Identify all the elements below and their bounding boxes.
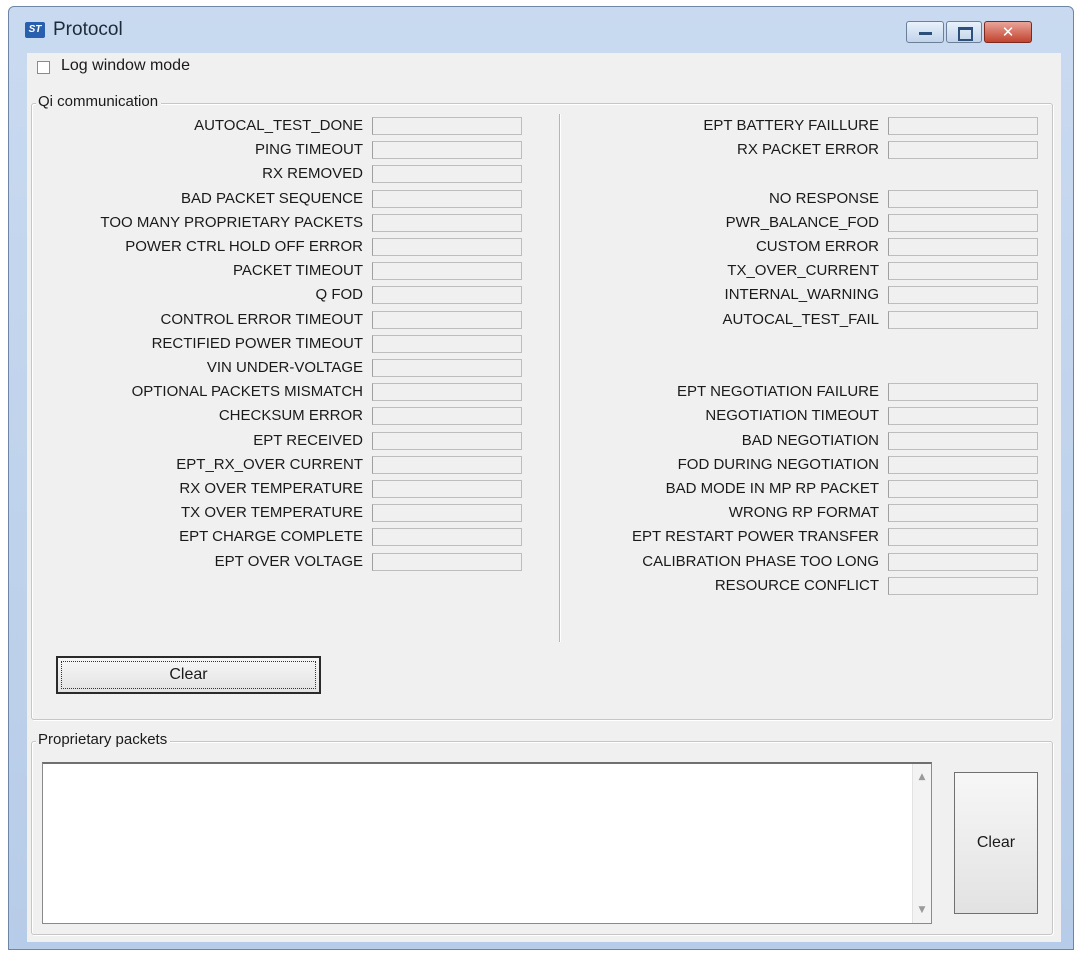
status-label: CUSTOM ERROR [755,238,879,255]
focus-ring [61,661,316,689]
status-label: TX_OVER_CURRENT [727,262,879,279]
status-indicator-field [372,141,522,159]
status-label: RX PACKET ERROR [737,141,879,158]
status-indicator-field [372,286,522,304]
status-indicator-field [888,311,1038,329]
status-indicator-field [888,456,1038,474]
status-label: PWR_BALANCE_FOD [725,214,879,231]
status-indicator-field [888,407,1038,425]
st-logo-icon: ST [25,22,45,38]
maximize-button[interactable] [946,21,982,43]
status-label: EPT NEGOTIATION FAILURE [677,383,879,400]
scroll-up-arrow-icon[interactable]: ▲ [913,768,931,786]
proprietary-packets-text [43,764,931,772]
status-label: PING TIMEOUT [254,141,363,158]
status-label: RX REMOVED [262,165,363,182]
log-window-mode-label[interactable]: Log window mode [61,57,190,75]
status-indicator-field [888,238,1038,256]
proprietary-clear-button-label: Clear [976,834,1016,851]
proprietary-packets-group: Proprietary packets ▲ ▼ Clear [31,731,1053,935]
proprietary-clear-button[interactable]: Clear [954,772,1038,914]
status-indicator-field [372,335,522,353]
window-client-area: Log window mode Qi communication AUTOCAL… [27,53,1061,942]
status-indicator-field [372,262,522,280]
status-indicator-field [888,214,1038,232]
status-indicator-field [888,480,1038,498]
status-indicator-field [372,407,522,425]
status-label: TX OVER TEMPERATURE [181,504,363,521]
status-label: OPTIONAL PACKETS MISMATCH [131,383,363,400]
status-indicator-field [888,383,1038,401]
status-indicator-field [372,553,522,571]
proprietary-packets-log[interactable]: ▲ ▼ [42,762,932,924]
status-label: POWER CTRL HOLD OFF ERROR [125,238,363,255]
status-label: CONTROL ERROR TIMEOUT [160,311,363,328]
status-indicator-field [888,262,1038,280]
status-indicator-field [372,238,522,256]
status-label: VIN UNDER-VOLTAGE [206,359,363,376]
qi-clear-button[interactable]: Clear [56,656,321,694]
status-indicator-field [888,141,1038,159]
status-indicator-field [888,577,1038,595]
status-indicator-field [372,117,522,135]
status-label: EPT OVER VOLTAGE [214,553,363,570]
status-label: Q FOD [315,286,364,303]
status-indicator-field [372,311,522,329]
status-label: PACKET TIMEOUT [232,262,363,279]
status-label: EPT_RX_OVER CURRENT [176,456,363,473]
status-indicator-field [372,165,522,183]
status-indicator-field [888,528,1038,546]
status-label: EPT RECEIVED [253,432,363,449]
status-indicator-field [888,504,1038,522]
column-separator [559,114,561,642]
status-indicator-field [888,286,1038,304]
status-indicator-field [372,359,522,377]
minimize-button[interactable] [906,21,944,43]
maximize-icon [958,27,973,41]
status-indicator-field [888,553,1038,571]
window-title: Protocol [53,19,123,40]
status-indicator-field [372,480,522,498]
status-indicator-field [372,456,522,474]
title-bar[interactable]: ST Protocol ✕ [9,7,1073,53]
status-label: BAD NEGOTIATION [741,432,879,449]
status-label: AUTOCAL_TEST_FAIL [722,311,879,328]
log-window-mode-checkbox[interactable] [37,61,50,74]
close-icon: ✕ [1001,23,1015,41]
minimize-icon [919,32,932,35]
status-label: BAD PACKET SEQUENCE [181,190,363,207]
status-indicator-field [372,190,522,208]
status-label: CHECKSUM ERROR [218,407,363,424]
status-indicator-field [888,432,1038,450]
status-label: FOD DURING NEGOTIATION [677,456,879,473]
status-indicator-field [372,504,522,522]
status-label: CALIBRATION PHASE TOO LONG [642,553,879,570]
status-label: AUTOCAL_TEST_DONE [194,117,363,134]
status-label: WRONG RP FORMAT [728,504,879,521]
status-label: EPT BATTERY FAILLURE [703,117,879,134]
status-indicator-field [888,190,1038,208]
proprietary-packets-group-title: Proprietary packets [36,731,171,748]
status-label: RX OVER TEMPERATURE [179,480,363,497]
scroll-down-arrow-icon[interactable]: ▼ [913,901,931,919]
qi-communication-group-title: Qi communication [36,93,162,110]
status-label: INTERNAL_WARNING [724,286,879,303]
status-label: EPT CHARGE COMPLETE [179,528,363,545]
status-label: TOO MANY PROPRIETARY PACKETS [100,214,363,231]
status-label: NO RESPONSE [768,190,879,207]
status-label: RECTIFIED POWER TIMEOUT [151,335,363,352]
qi-communication-group: Qi communication AUTOCAL_TEST_DONE PING T… [31,93,1053,720]
status-indicator-field [372,383,522,401]
status-indicator-field [372,214,522,232]
status-label: RESOURCE CONFLICT [714,577,879,594]
protocol-window: ST Protocol ✕ Log window mode Qi communi… [8,6,1074,950]
status-label: BAD MODE IN MP RP PACKET [665,480,879,497]
status-label: NEGOTIATION TIMEOUT [705,407,879,424]
close-button[interactable]: ✕ [984,21,1032,43]
status-indicator-field [372,432,522,450]
status-indicator-field [888,117,1038,135]
proprietary-packets-scrollbar[interactable]: ▲ ▼ [912,764,931,923]
status-label: EPT RESTART POWER TRANSFER [632,528,879,545]
status-indicator-field [372,528,522,546]
